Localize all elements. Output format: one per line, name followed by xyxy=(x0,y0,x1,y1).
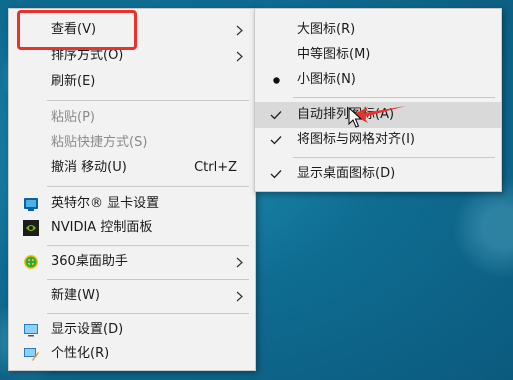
menu-item-label: 粘贴(P) xyxy=(51,110,95,125)
menu-item-label: 大图标(R) xyxy=(297,22,356,37)
menu-separator xyxy=(293,97,495,98)
submenu-item-medium-icons[interactable]: 中等图标(M) xyxy=(255,42,501,68)
menu-item-refresh[interactable]: 刷新(E) xyxy=(9,69,255,95)
360-icon xyxy=(23,254,39,270)
submenu-item-small-icons[interactable]: 小图标(N) xyxy=(255,67,501,93)
chevron-right-icon xyxy=(233,249,245,275)
menu-item-paste[interactable]: 粘贴(P) xyxy=(9,105,255,131)
menu-item-label: 将图标与网格对齐(I) xyxy=(297,132,415,147)
submenu-item-align-to-grid[interactable]: 将图标与网格对齐(I) xyxy=(255,127,501,153)
menu-item-label: 个性化(R) xyxy=(51,346,110,361)
chevron-right-icon xyxy=(233,283,245,309)
submenu-item-large-icons[interactable]: 大图标(R) xyxy=(255,17,501,43)
view-submenu: 大图标(R) 中等图标(M) 小图标(N) 自动排列图标(A) 将图标与网格对齐… xyxy=(254,8,502,192)
menu-item-label: 刷新(E) xyxy=(51,74,96,89)
checkmark-icon xyxy=(267,161,285,187)
menu-item-label: NVIDIA 控制面板 xyxy=(51,220,153,235)
nvidia-icon xyxy=(23,220,39,236)
menu-separator xyxy=(47,100,249,101)
menu-separator xyxy=(47,313,249,314)
chevron-right-icon xyxy=(233,43,245,69)
chevron-right-icon xyxy=(233,17,245,43)
submenu-item-show-desktop-icons[interactable]: 显示桌面图标(D) xyxy=(255,161,501,187)
menu-item-new[interactable]: 新建(W) xyxy=(9,283,255,309)
menu-separator xyxy=(47,245,249,246)
menu-item-label: 粘贴快捷方式(S) xyxy=(51,135,148,150)
menu-item-label: 撤消 移动(U) xyxy=(51,160,127,175)
menu-item-personalize[interactable]: 个性化(R) xyxy=(9,341,255,367)
menu-item-nvidia-control-panel[interactable]: NVIDIA 控制面板 xyxy=(9,215,255,241)
menu-separator xyxy=(293,157,495,158)
desktop-context-menu: 查看(V) 排序方式(O) 刷新(E) 粘贴(P) 粘贴快捷方式(S) 撤消 移… xyxy=(8,8,256,371)
menu-item-label: 英特尔® 显卡设置 xyxy=(51,196,160,211)
menu-item-label: 显示桌面图标(D) xyxy=(297,166,396,181)
menu-separator xyxy=(47,279,249,280)
mouse-cursor-icon xyxy=(348,107,362,128)
personalize-icon xyxy=(23,346,39,362)
radio-bullet-icon xyxy=(267,67,285,93)
menu-item-paste-shortcut[interactable]: 粘贴快捷方式(S) xyxy=(9,130,255,156)
menu-item-label: 显示设置(D) xyxy=(51,322,124,337)
menu-item-label: 新建(W) xyxy=(51,288,100,303)
menu-item-intel-graphics[interactable]: 英特尔® 显卡设置 xyxy=(9,191,255,217)
menu-item-label: 中等图标(M) xyxy=(297,47,371,62)
menu-item-label: 排序方式(O) xyxy=(51,48,124,63)
highlight-box xyxy=(17,10,137,50)
intel-graphics-icon xyxy=(23,196,39,212)
menu-item-display-settings[interactable]: 显示设置(D) xyxy=(9,317,255,343)
display-icon xyxy=(23,322,39,338)
checkmark-icon xyxy=(267,127,285,153)
menu-item-undo-move[interactable]: 撤消 移动(U) Ctrl+Z xyxy=(9,155,255,181)
menu-item-shortcut: Ctrl+Z xyxy=(194,160,237,175)
checkmark-icon xyxy=(267,102,285,128)
menu-separator xyxy=(47,186,249,187)
menu-item-label: 小图标(N) xyxy=(297,72,356,87)
menu-item-360-desktop-assistant[interactable]: 360桌面助手 xyxy=(9,249,255,275)
menu-item-label: 360桌面助手 xyxy=(51,254,128,269)
